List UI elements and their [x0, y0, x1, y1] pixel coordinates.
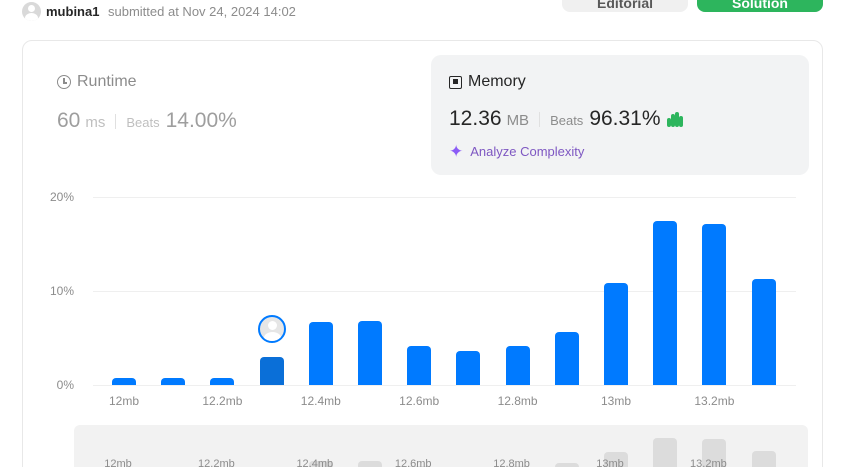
grid-line [93, 385, 796, 386]
distribution-bar[interactable] [210, 378, 235, 385]
memory-unit: MB [506, 112, 530, 129]
runtime-beats-pct: 14.00% [165, 109, 237, 132]
your-submission-bar[interactable] [259, 356, 284, 385]
user-avatar[interactable] [22, 2, 41, 21]
runtime-unit: ms [85, 114, 106, 131]
x-tick-label: 13.2mb [694, 394, 735, 408]
runtime-panel[interactable]: Runtime 60 ms Beats 14.00% [57, 57, 417, 167]
minimap-label: 13mb [596, 458, 624, 467]
analyze-complexity-link[interactable]: ✦ Analyze Complexity [449, 143, 584, 160]
submitted-timestamp: submitted at Nov 24, 2024 14:02 [108, 4, 296, 19]
runtime-value: 60 [57, 109, 81, 132]
distribution-bar[interactable] [112, 378, 136, 385]
minimap-label: 12mb [104, 458, 132, 467]
memory-panel[interactable]: Memory 12.36 MB Beats 96.31% ✦ Analyze C… [431, 55, 809, 175]
distribution-bar[interactable] [407, 345, 432, 385]
memory-beats-label: Beats [550, 113, 584, 128]
runtime-beats-label: Beats [126, 115, 160, 130]
minimap-bar [554, 463, 579, 467]
distribution-bar[interactable] [751, 278, 776, 385]
your-position-avatar [257, 314, 286, 343]
chart-range-minimap[interactable]: 12mb 12.2mb 12.4mb 12.6mb 12.8mb 13mb 13.2mb [74, 425, 808, 467]
x-tick-label: 12.4mb [300, 394, 341, 408]
minimap-label: 12.4mb [296, 458, 334, 467]
x-tick-label: 12mb [108, 394, 140, 408]
minimap-bar [358, 460, 382, 467]
username-link[interactable]: mubina1 [46, 4, 99, 19]
memory-value: 12.36 [449, 107, 502, 130]
distribution-bar[interactable] [308, 322, 333, 385]
distribution-bar[interactable] [604, 282, 628, 385]
x-tick-label: 12.2mb [202, 394, 243, 408]
runtime-title: Runtime [57, 73, 137, 91]
sparkle-icon: ✦ [449, 142, 464, 161]
grid-line [93, 197, 796, 198]
submission-header: mubina1 submitted at Nov 24, 2024 14:02 … [0, 0, 863, 26]
clock-icon [57, 75, 71, 89]
distribution-bar[interactable] [456, 351, 481, 385]
clapping-hands-icon [666, 111, 684, 127]
runtime-values: 60 ms Beats 14.00% [57, 109, 237, 133]
minimap-bar [653, 438, 678, 467]
memory-values: 12.36 MB Beats 96.31% [449, 107, 684, 131]
memory-beats-pct: 96.31% [589, 107, 661, 130]
y-tick-label: 20% [49, 190, 74, 204]
minimap-label: 12.8mb [493, 458, 530, 467]
distribution-bar[interactable] [554, 332, 579, 385]
minimap-bar [751, 451, 776, 467]
distribution-bar[interactable] [505, 345, 530, 385]
chip-icon [449, 75, 462, 89]
divider [115, 113, 117, 129]
x-tick-label: 13mb [600, 394, 632, 408]
y-tick-label: 10% [49, 284, 74, 298]
x-tick-label: 12.8mb [497, 394, 538, 408]
minimap-label: 13.2mb [690, 458, 727, 467]
editorial-button[interactable]: Editorial [562, 0, 688, 12]
distribution-bar[interactable] [161, 378, 186, 385]
x-tick-label: 12.6mb [399, 394, 440, 408]
distribution-bar[interactable] [653, 220, 678, 385]
distribution-bar[interactable] [702, 224, 727, 385]
grid-line [93, 291, 796, 292]
minimap-label: 12.6mb [394, 458, 432, 467]
y-tick-label: 0% [56, 378, 74, 392]
solution-button[interactable]: Solution [697, 0, 823, 12]
minimap-label: 12.2mb [198, 458, 235, 467]
divider [539, 111, 541, 127]
memory-title: Memory [449, 73, 526, 91]
distribution-bar[interactable] [358, 321, 382, 385]
